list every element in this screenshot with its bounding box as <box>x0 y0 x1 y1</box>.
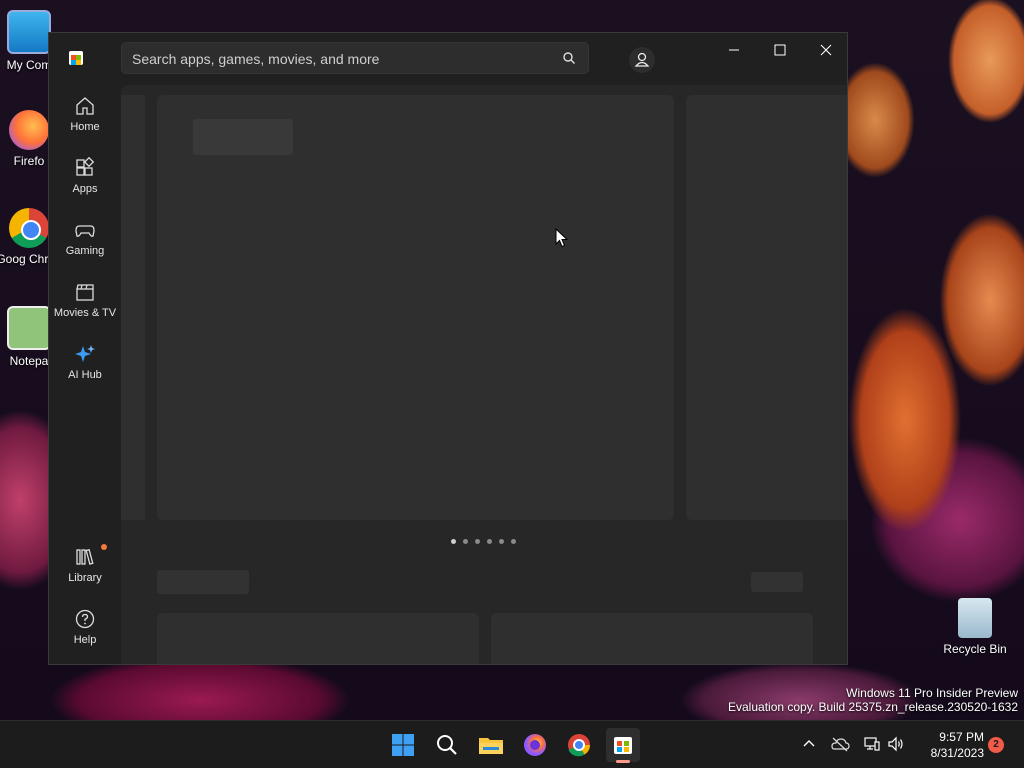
carousel-dot[interactable] <box>511 539 516 544</box>
chevron-up-icon[interactable] <box>800 735 818 753</box>
close-button[interactable] <box>803 37 848 67</box>
nav-label: Library <box>68 572 102 584</box>
nav-label: Movies & TV <box>53 307 117 319</box>
nav-label: Gaming <box>65 245 105 257</box>
chrome-icon[interactable] <box>562 728 596 762</box>
gamepad-icon <box>75 225 95 237</box>
volume-icon[interactable] <box>887 735 905 753</box>
desktop-icon-label: Firefo <box>13 154 45 168</box>
carousel-dot[interactable] <box>463 539 468 544</box>
mouse-cursor-icon <box>555 228 569 248</box>
hero-card-previous[interactable] <box>121 95 145 520</box>
nav-label: Help <box>73 634 97 646</box>
see-all-placeholder <box>751 572 803 592</box>
loading-card <box>157 613 479 664</box>
hero-card-main[interactable] <box>157 95 674 520</box>
watermark-line1: Windows 11 Pro Insider Preview <box>846 686 1018 700</box>
desktop-icon-label: Notepa <box>9 354 49 368</box>
nav-item-gaming[interactable]: Gaming <box>53 213 117 271</box>
nav-item-home[interactable]: Home <box>53 89 117 147</box>
store-window: Home Apps Gaming Movies & TV <box>48 32 848 665</box>
notification-badge[interactable]: 2 <box>988 737 1004 753</box>
sparkle-icon <box>75 345 95 362</box>
clock-time: 9:57 PM <box>939 730 984 744</box>
search-icon[interactable] <box>562 51 576 65</box>
store-logo-icon <box>69 51 83 65</box>
windows-watermark: Windows 11 Pro Insider Preview Evaluatio… <box>728 686 1018 714</box>
content-area <box>121 85 847 664</box>
firefox-icon <box>9 110 49 150</box>
nav-label: AI Hub <box>68 369 102 381</box>
nav-item-library[interactable]: Library <box>53 540 117 598</box>
microsoft-store-taskbar-button[interactable] <box>606 728 640 763</box>
hero-title-placeholder <box>193 119 293 155</box>
nav-item-ai-hub[interactable]: AI Hub <box>53 337 117 395</box>
desktop-icon-recycle-bin[interactable]: Recycle Bin <box>940 598 1010 656</box>
nav-rail: Home Apps Gaming Movies & TV AI Hub Libr… <box>49 85 121 664</box>
carousel-dot[interactable] <box>475 539 480 544</box>
minimize-button[interactable] <box>711 37 757 67</box>
system-clock[interactable]: 9:57 PM 8/31/2023 <box>912 729 984 761</box>
recycle-bin-icon <box>958 598 992 638</box>
taskbar-search-icon[interactable] <box>430 728 464 762</box>
search-input[interactable] <box>122 43 564 75</box>
clock-date: 8/31/2023 <box>930 746 984 760</box>
nav-item-movies-tv[interactable]: Movies & TV <box>53 275 117 333</box>
nav-item-help[interactable]: Help <box>53 602 117 660</box>
nav-label: Apps <box>72 183 98 195</box>
file-explorer-icon[interactable] <box>474 728 508 762</box>
carousel-dot[interactable] <box>499 539 504 544</box>
nav-label: Home <box>70 121 100 133</box>
firefox-icon[interactable] <box>518 728 552 762</box>
maximize-button[interactable] <box>757 37 803 67</box>
hero-card-next[interactable] <box>686 95 847 520</box>
taskbar: 9:57 PM 8/31/2023 2 <box>0 720 1024 768</box>
computer-icon <box>7 10 51 54</box>
loading-card <box>491 613 813 664</box>
search-box[interactable] <box>121 42 589 75</box>
library-icon <box>76 548 94 565</box>
section-title-placeholder <box>157 570 249 594</box>
title-bar[interactable] <box>49 33 848 85</box>
carousel-dot[interactable] <box>451 539 456 544</box>
network-icon[interactable] <box>863 735 881 753</box>
carousel-dot[interactable] <box>487 539 492 544</box>
account-icon[interactable] <box>629 47 655 73</box>
help-icon <box>75 609 95 629</box>
store-icon <box>614 737 632 754</box>
home-icon <box>76 97 94 115</box>
nav-item-apps[interactable]: Apps <box>53 151 117 209</box>
watermark-line2: Evaluation copy. Build 25375.zn_release.… <box>728 700 1018 714</box>
desktop-icon-label: Recycle Bin <box>943 642 1007 656</box>
notepad-icon <box>7 306 51 350</box>
apps-icon <box>76 157 95 176</box>
windows-start-icon[interactable] <box>386 728 420 762</box>
desktop-icon-label: My Com <box>6 58 52 72</box>
active-app-indicator <box>616 760 630 763</box>
chrome-icon <box>9 208 49 248</box>
clapperboard-icon <box>76 284 94 301</box>
onedrive-icon[interactable] <box>830 735 850 753</box>
update-badge <box>101 544 107 550</box>
